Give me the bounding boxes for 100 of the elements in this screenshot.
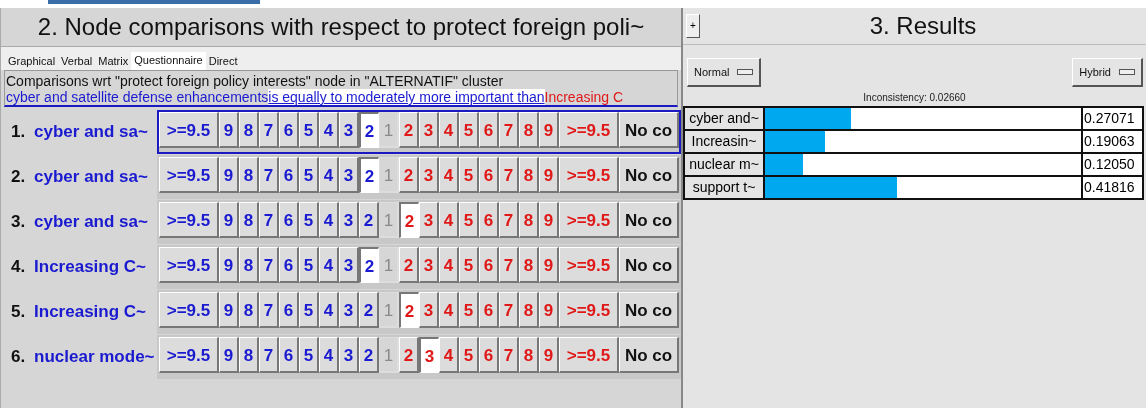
rating-button[interactable]: 3 [339,157,359,193]
rating-button[interactable]: 5 [459,247,479,283]
rating-button[interactable]: 3 [419,112,439,148]
rating-button[interactable]: 6 [479,202,499,238]
rating-button[interactable]: 8 [239,247,259,283]
rating-button[interactable]: 3 [419,157,439,193]
rating-button[interactable]: 5 [459,292,479,328]
rating-button[interactable]: 4 [319,202,339,238]
rating-button[interactable]: 9 [539,157,559,193]
rating-button[interactable]: 2 [359,337,379,373]
rating-button[interactable]: 9 [219,112,239,148]
rating-button[interactable]: 4 [439,112,459,148]
rating-button[interactable]: No co [619,112,679,148]
rating-button[interactable]: 7 [259,202,279,238]
rating-button[interactable]: 5 [459,202,479,238]
rating-button[interactable]: 8 [239,157,259,193]
rating-button[interactable]: >=9.5 [159,112,219,148]
rating-button[interactable]: >=9.5 [559,157,619,193]
rating-button[interactable]: >=9.5 [559,292,619,328]
rating-button[interactable]: 6 [479,247,499,283]
tab[interactable]: Verbal [58,52,96,70]
rating-button[interactable]: 7 [259,112,279,148]
rating-button[interactable]: 2 [399,247,419,283]
rating-button[interactable]: >=9.5 [159,247,219,283]
rating-button[interactable]: 6 [279,157,299,193]
rating-button[interactable]: 7 [499,247,519,283]
rating-button[interactable]: 4 [319,157,339,193]
rating-button[interactable]: 9 [539,112,559,148]
rating-button[interactable]: 6 [279,202,299,238]
rating-button[interactable]: 7 [259,337,279,373]
tab[interactable]: Questionnaire [131,52,206,70]
rating-button[interactable]: 5 [299,337,319,373]
rating-button[interactable]: 4 [439,202,459,238]
rating-button[interactable]: 3 [339,292,359,328]
rating-button[interactable]: 9 [219,247,239,283]
rating-button[interactable]: 6 [279,337,299,373]
rating-button[interactable]: 4 [319,292,339,328]
rating-button[interactable]: 9 [219,202,239,238]
rating-button[interactable]: 7 [499,292,519,328]
rating-button[interactable]: 6 [279,292,299,328]
rating-button[interactable]: 5 [459,157,479,193]
rating-button[interactable]: No co [619,202,679,238]
rating-button[interactable]: 8 [519,112,539,148]
rating-button[interactable]: 3 [419,337,439,373]
rating-button[interactable]: 2 [359,292,379,328]
rating-button[interactable]: 2 [399,337,419,373]
rating-button[interactable]: 5 [299,112,319,148]
rating-button[interactable]: >=9.5 [159,202,219,238]
rating-button[interactable]: 4 [319,112,339,148]
rating-button[interactable]: 3 [419,247,439,283]
rating-button[interactable]: 5 [299,292,319,328]
rating-button[interactable]: 3 [339,337,359,373]
rating-button[interactable]: 2 [359,157,379,193]
rating-button[interactable]: 7 [499,337,519,373]
rating-button[interactable]: 8 [519,202,539,238]
rating-button[interactable]: 7 [259,247,279,283]
rating-button[interactable]: 2 [399,292,419,328]
rating-button[interactable]: >=9.5 [559,337,619,373]
dropdown[interactable]: Normal [687,58,762,87]
rating-button[interactable]: 5 [459,337,479,373]
rating-button[interactable]: >=9.5 [159,292,219,328]
rating-button[interactable]: 3 [419,202,439,238]
rating-button[interactable]: 8 [239,202,259,238]
rating-button[interactable]: 9 [539,292,559,328]
rating-button[interactable]: 9 [219,292,239,328]
rating-button[interactable]: 4 [439,292,459,328]
rating-button[interactable]: 6 [479,337,499,373]
tab[interactable]: Graphical [5,52,59,70]
rating-button[interactable]: 3 [339,112,359,148]
rating-button[interactable]: >=9.5 [159,337,219,373]
rating-button[interactable]: 9 [219,337,239,373]
rating-button[interactable]: 6 [279,247,299,283]
rating-button[interactable]: 9 [539,202,559,238]
tab[interactable]: Matrix [95,52,132,70]
rating-button[interactable]: 5 [459,112,479,148]
expand-button[interactable]: + [686,14,700,38]
rating-button[interactable]: 9 [539,337,559,373]
rating-button[interactable]: 3 [339,247,359,283]
rating-button[interactable]: 7 [499,157,519,193]
rating-button[interactable]: 2 [399,202,419,238]
rating-button[interactable]: >=9.5 [559,112,619,148]
rating-button[interactable]: 8 [239,337,259,373]
dropdown[interactable]: Hybrid [1072,58,1143,87]
rating-button[interactable]: 6 [479,157,499,193]
rating-button[interactable]: 7 [259,157,279,193]
rating-button[interactable]: 4 [319,247,339,283]
rating-button[interactable]: 8 [519,157,539,193]
rating-button[interactable]: 8 [519,337,539,373]
rating-button[interactable]: 6 [279,112,299,148]
rating-button[interactable]: No co [619,292,679,328]
rating-button[interactable]: 5 [299,202,319,238]
comparison-verbal-link[interactable]: is equally to moderately more important than [268,89,545,105]
rating-button[interactable]: 7 [499,112,519,148]
rating-button[interactable]: 4 [319,337,339,373]
rating-button[interactable]: 4 [439,337,459,373]
rating-button[interactable]: 6 [479,292,499,328]
rating-button[interactable]: No co [619,247,679,283]
rating-button[interactable]: 2 [399,157,419,193]
rating-button[interactable]: 8 [239,112,259,148]
rating-button[interactable]: 5 [299,157,319,193]
